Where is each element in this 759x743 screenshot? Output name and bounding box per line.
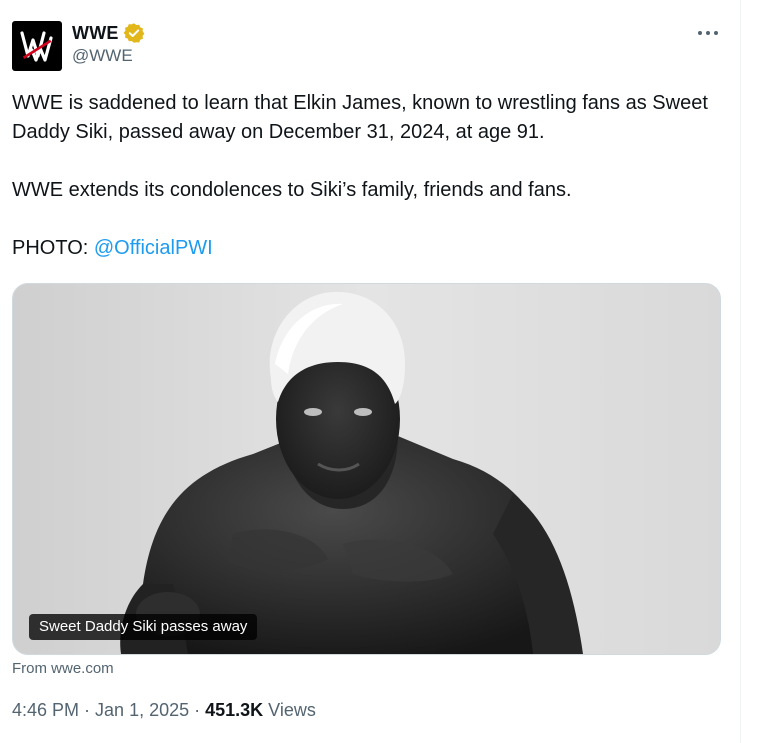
tweet-date[interactable]: Jan 1, 2025 (95, 700, 189, 721)
views-count[interactable]: 451.3K (205, 700, 263, 721)
media-caption: Sweet Daddy Siki passes away (29, 614, 258, 640)
photo-credit-prefix: PHOTO: (12, 237, 94, 259)
media-card[interactable]: Sweet Daddy Siki passes away (12, 283, 721, 655)
meta-separator: · (84, 700, 91, 720)
more-options-button[interactable] (695, 20, 721, 46)
more-options-icon (698, 31, 718, 35)
tweet-paragraph-1: WWE is saddened to learn that Elkin Jame… (12, 92, 708, 143)
card-source-link[interactable]: From wwe.com (12, 660, 114, 677)
wrestler-photo (13, 284, 720, 654)
author-display-name[interactable]: WWE (72, 23, 119, 44)
tweet-text: WWE is saddened to learn that Elkin Jame… (12, 89, 727, 263)
wwe-logo-icon (20, 31, 53, 62)
views-label: Views (268, 700, 316, 720)
verified-badge-icon (123, 22, 145, 44)
tweet-photo-credit: PHOTO: @OfficialPWI (12, 234, 727, 263)
timeline-border (740, 0, 741, 743)
author-name-row[interactable]: WWE (72, 21, 145, 45)
author-handle[interactable]: @WWE (72, 46, 133, 66)
photo-credit-mention-link[interactable]: @OfficialPWI (94, 237, 213, 259)
tweet-meta: 4:46 PM · Jan 1, 2025 · 451.3K Views (12, 700, 316, 721)
author-avatar[interactable] (12, 21, 62, 71)
tweet-paragraph-2: WWE extends its condolences to Siki’s fa… (12, 179, 572, 201)
tweet-time[interactable]: 4:46 PM (12, 700, 79, 721)
meta-separator: · (194, 700, 201, 720)
